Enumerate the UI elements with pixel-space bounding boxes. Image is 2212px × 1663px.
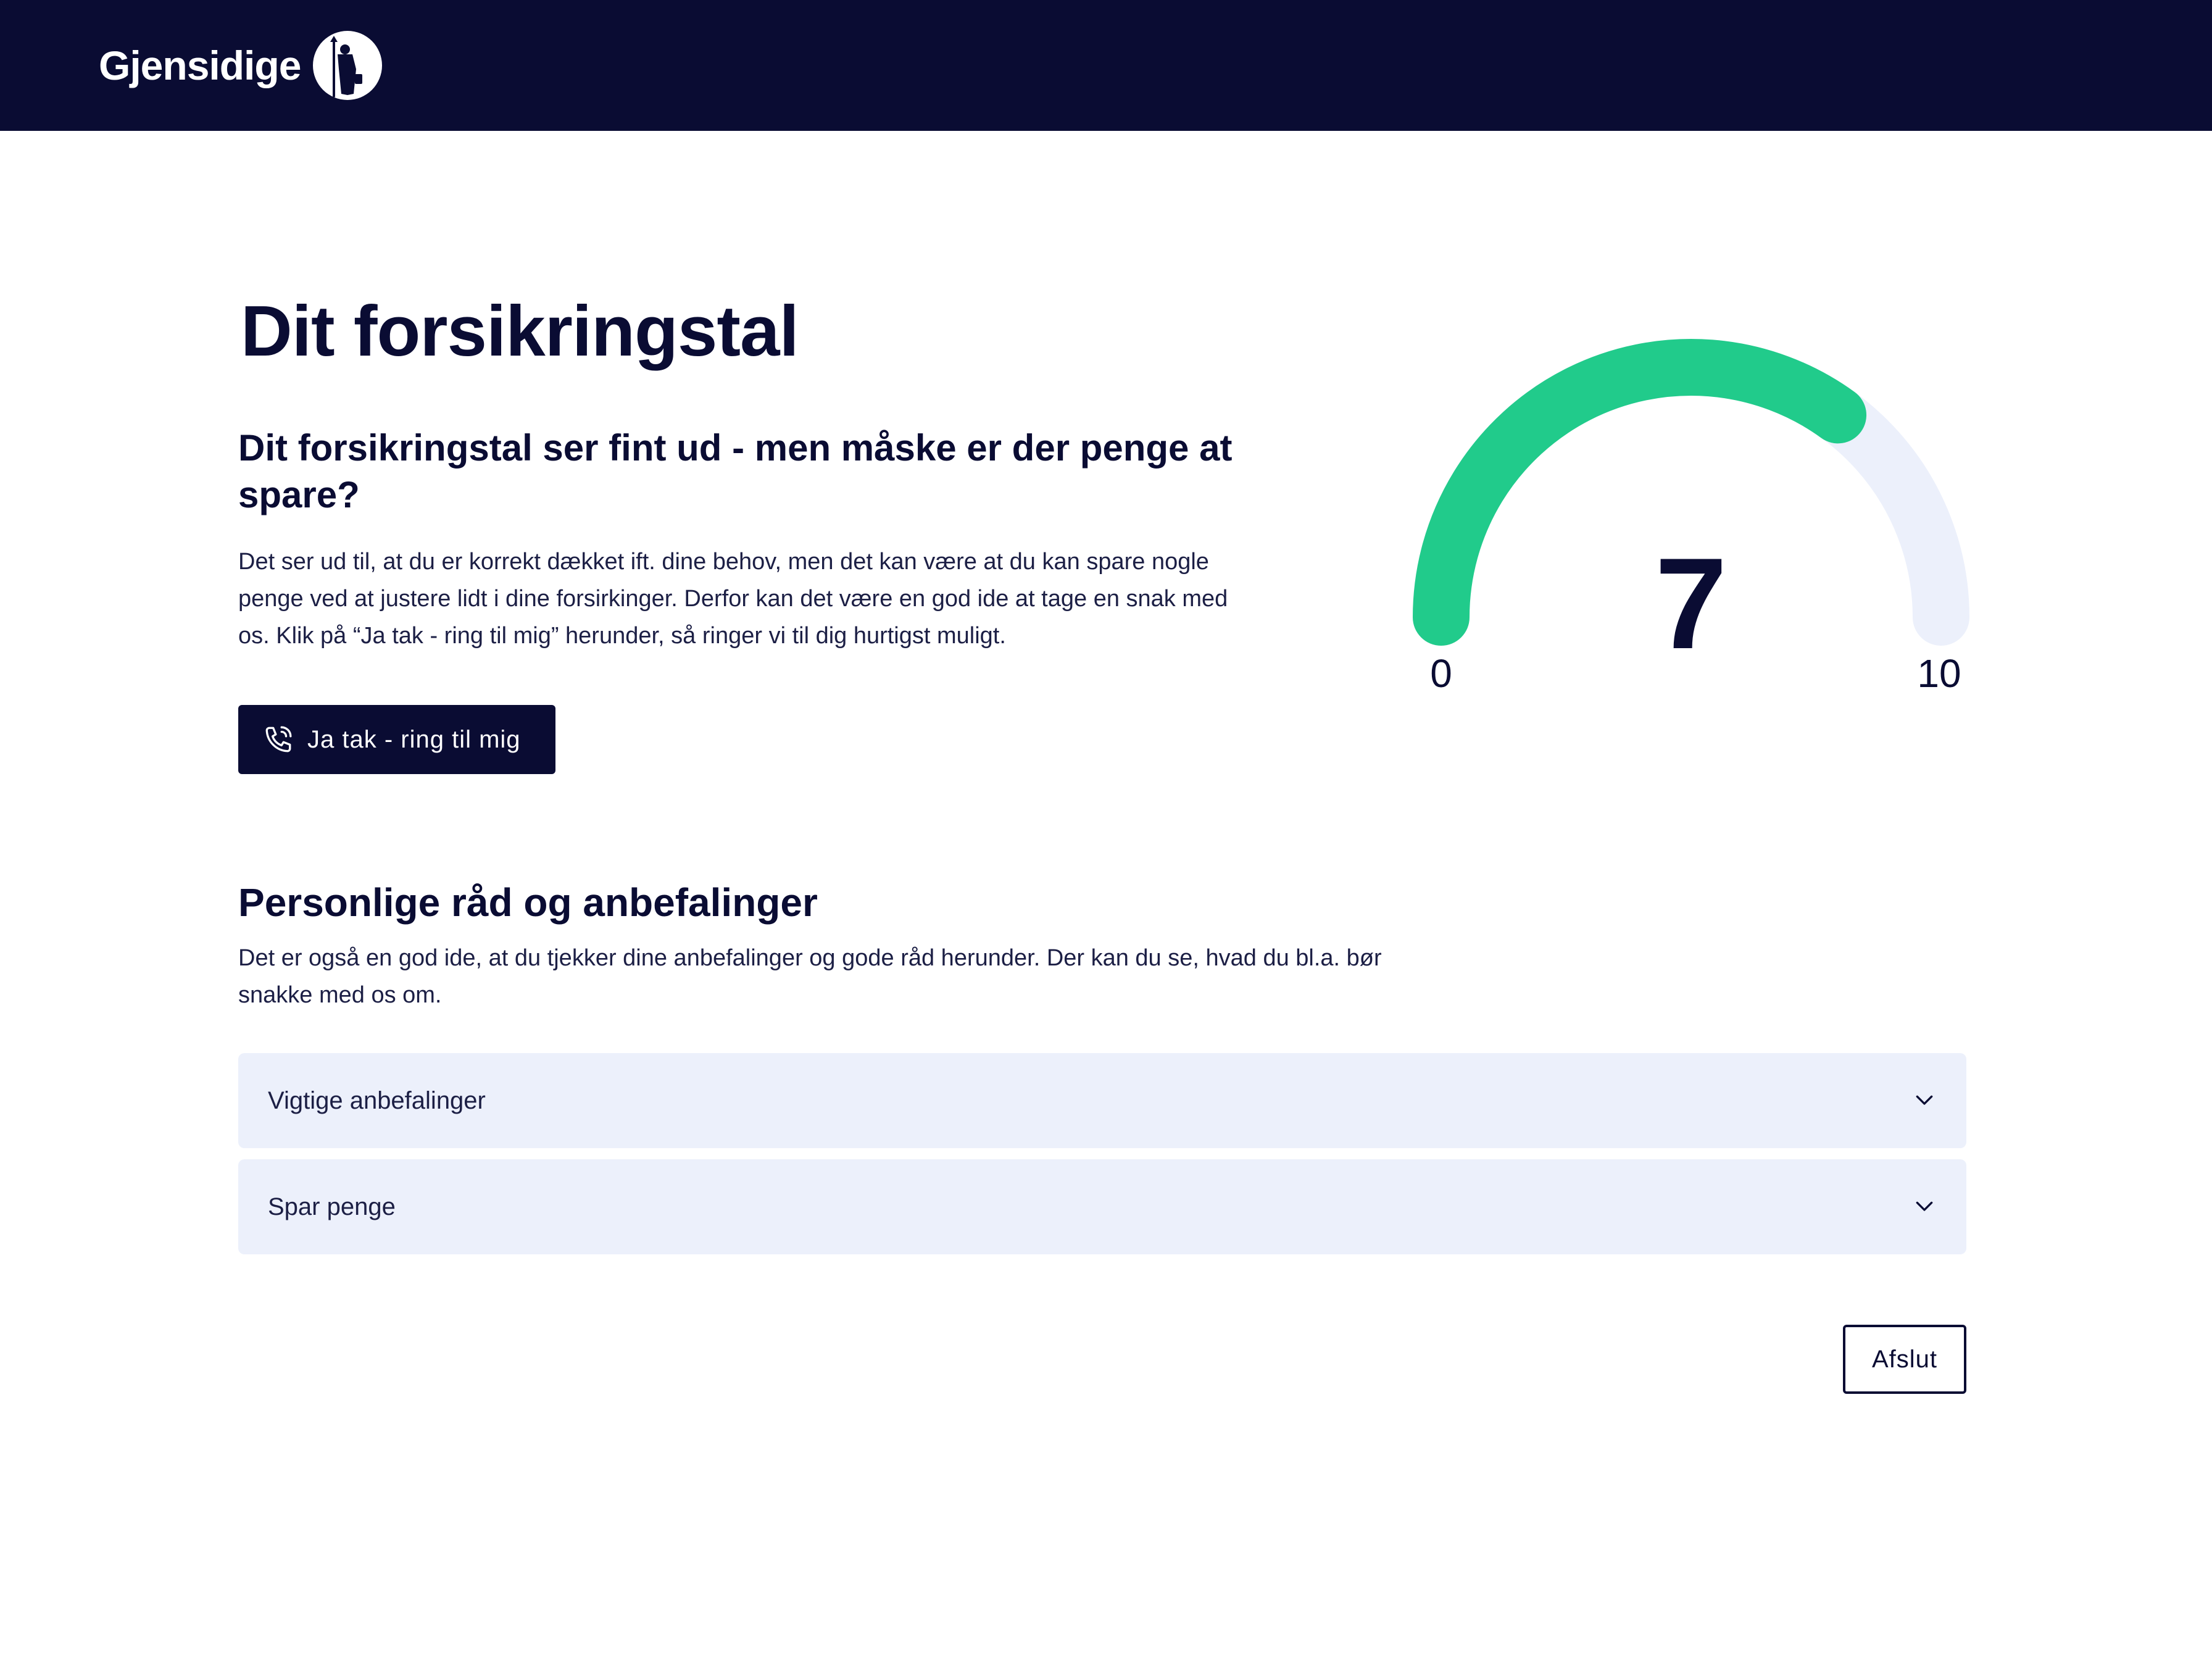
advice-section-title: Personlige råd og anbefalinger (238, 880, 818, 925)
brand-name: Gjensidige (99, 43, 301, 88)
exit-button[interactable]: Afslut (1843, 1325, 1966, 1394)
gauge-max-label: 10 (1917, 651, 1961, 696)
night-watchman-logo-icon (313, 31, 383, 100)
accordion-label: Vigtige anbefalinger (268, 1086, 486, 1114)
score-subheading: Dit forsikringstal ser fint ud - men mås… (238, 427, 1233, 515)
call-me-button-label: Ja tak - ring til mig (307, 725, 521, 753)
call-me-button[interactable]: Ja tak - ring til mig (238, 705, 555, 774)
phone-icon (265, 726, 292, 752)
accordion-important-recommendations[interactable]: Vigtige anbefalinger (238, 1053, 1966, 1148)
advice-section-text: Det er også en god ide, at du tjekker di… (238, 945, 1382, 1008)
gauge-fill (1413, 339, 1867, 646)
gauge-min-label: 0 (1430, 651, 1452, 696)
accordion-label: Spar penge (268, 1193, 396, 1220)
gauge-value: 7 (1655, 531, 1728, 676)
page-title: Dit forsikringstal (241, 291, 799, 371)
chevron-down-icon (1916, 1201, 1933, 1211)
score-description: Det ser ud til, at du er korrekt dækket … (238, 549, 1228, 649)
top-header: Gjensidige (0, 0, 2212, 131)
chevron-down-icon (1916, 1095, 1933, 1105)
brand-logo-link[interactable]: Gjensidige (99, 31, 383, 100)
accordion-save-money[interactable]: Spar penge (238, 1159, 1966, 1254)
insurance-score-gauge: 7 0 10 (1413, 339, 1969, 696)
